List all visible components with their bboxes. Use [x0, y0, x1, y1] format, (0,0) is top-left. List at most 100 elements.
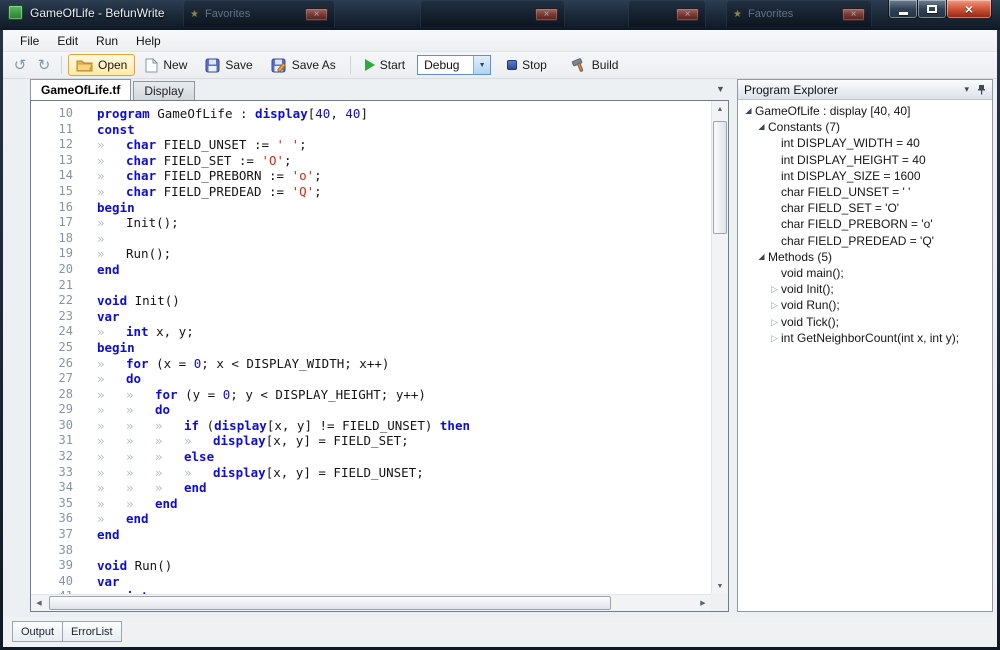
- tree-item[interactable]: ◢Methods (5): [738, 249, 992, 265]
- tab-whitespace-marker: »: [97, 511, 126, 527]
- tree-expander-icon[interactable]: ▷: [768, 300, 781, 310]
- menu-bar: File Edit Run Help: [3, 30, 997, 52]
- tree-item[interactable]: char FIELD_PREBORN = 'o': [738, 216, 992, 232]
- background-window-title: Favorites: [205, 8, 250, 20]
- code-text: »»»end: [97, 480, 207, 496]
- save-as-button[interactable]: Save As: [263, 54, 344, 76]
- code-line: 33»»»»display[x, y] = FIELD_UNSET;: [31, 465, 711, 481]
- tree-item[interactable]: ▷void Tick();: [738, 313, 992, 329]
- tree-expander-icon[interactable]: ▷: [768, 284, 781, 294]
- document-tabstrip: GameOfLife.tf Display: [30, 79, 197, 100]
- tree-expander-icon[interactable]: ◢: [755, 122, 768, 132]
- tab-whitespace-marker: »: [97, 153, 126, 169]
- menu-help[interactable]: Help: [127, 32, 170, 50]
- minimize-button[interactable]: [888, 0, 918, 19]
- menu-edit[interactable]: Edit: [48, 32, 87, 50]
- start-button[interactable]: Start: [357, 54, 413, 76]
- close-button[interactable]: ×: [946, 0, 992, 19]
- tree-item[interactable]: ▷int GetNeighborCount(int x, int y);: [738, 330, 992, 346]
- tree-item[interactable]: int DISPLAY_SIZE = 1600: [738, 168, 992, 184]
- tree-item-label: GameOfLife : display [40, 40]: [755, 104, 910, 118]
- tree-item[interactable]: int DISPLAY_HEIGHT = 40: [738, 152, 992, 168]
- tree-item[interactable]: char FIELD_SET = 'O': [738, 200, 992, 216]
- redo-button[interactable]: ↻: [33, 54, 55, 76]
- tree-expander-icon[interactable]: ▷: [768, 317, 781, 327]
- chevron-down-icon[interactable]: ▼: [473, 56, 490, 74]
- code-line: 19»Run();: [31, 246, 711, 262]
- open-button[interactable]: Open: [68, 54, 135, 76]
- line-number: 15: [31, 184, 73, 200]
- tab-overflow-icon[interactable]: ▼: [716, 84, 725, 94]
- tab-output[interactable]: Output: [12, 621, 63, 642]
- line-number: 22: [31, 293, 73, 309]
- background-window[interactable]: ★ Favorites ×: [726, 0, 872, 27]
- tab-display[interactable]: Display: [133, 81, 194, 100]
- maximize-button[interactable]: [917, 0, 947, 19]
- build-button[interactable]: Build: [563, 54, 627, 76]
- horizontal-scrollbar[interactable]: ◀ ▶: [31, 594, 711, 611]
- pin-icon[interactable]: [977, 84, 986, 95]
- tab-whitespace-marker: »: [126, 480, 155, 496]
- code-line: 26»for (x = 0; x < DISPLAY_WIDTH; x++): [31, 356, 711, 372]
- run-mode-select[interactable]: Debug ▼: [417, 55, 491, 75]
- stop-button[interactable]: Stop: [499, 54, 555, 76]
- close-icon[interactable]: ×: [842, 8, 865, 21]
- line-number: 39: [31, 558, 73, 574]
- menu-run[interactable]: Run: [87, 32, 127, 50]
- new-button-label: New: [163, 58, 187, 72]
- tree-expander-icon[interactable]: ▷: [768, 333, 781, 343]
- background-window[interactable]: ★ Favorites ×: [183, 0, 335, 27]
- tab-label: Output: [21, 626, 54, 638]
- code-text: program GameOfLife : display[40, 40]: [97, 106, 368, 122]
- tab-whitespace-marker: »: [126, 387, 155, 403]
- scroll-down-button[interactable]: ▼: [712, 578, 728, 594]
- save-icon: [205, 58, 220, 73]
- tab-whitespace-marker: »: [97, 418, 126, 434]
- close-icon[interactable]: ×: [305, 8, 328, 21]
- build-button-label: Build: [592, 58, 619, 72]
- tree-item[interactable]: ◢GameOfLife : display [40, 40]: [738, 103, 992, 119]
- close-icon[interactable]: ×: [535, 8, 558, 21]
- code-text: end: [97, 262, 120, 278]
- scroll-right-button[interactable]: ▶: [695, 595, 711, 611]
- save-as-icon: [271, 58, 287, 73]
- tree-item[interactable]: ◢Constants (7): [738, 119, 992, 135]
- tree-expander-icon[interactable]: ◢: [742, 106, 755, 116]
- new-button[interactable]: New: [137, 54, 195, 76]
- line-number: 21: [31, 278, 73, 294]
- vertical-scrollbar-thumb[interactable]: [713, 121, 727, 234]
- tree-expander-icon[interactable]: ◢: [755, 252, 768, 262]
- tree-item-label: int DISPLAY_HEIGHT = 40: [781, 153, 926, 167]
- tree-item[interactable]: void main();: [738, 265, 992, 281]
- scroll-left-button[interactable]: ◀: [31, 595, 47, 611]
- undo-button[interactable]: ↺: [9, 54, 31, 76]
- scroll-up-button[interactable]: ▲: [712, 101, 728, 117]
- vertical-scrollbar[interactable]: ▲ ▼: [711, 101, 728, 594]
- save-as-button-label: Save As: [292, 58, 336, 72]
- tree-item[interactable]: char FIELD_PREDEAD = 'Q': [738, 233, 992, 249]
- tab-gameoflife[interactable]: GameOfLife.tf: [30, 79, 131, 100]
- tab-label: Display: [144, 84, 183, 98]
- tree-item[interactable]: ▷void Run();: [738, 297, 992, 313]
- desktop: ★ Favorites × × × ★ Favorites × GameOfLi…: [0, 0, 1000, 650]
- line-number: 20: [31, 262, 73, 278]
- code-text: »»»else: [97, 449, 214, 465]
- background-window[interactable]: ×: [628, 0, 706, 27]
- save-button[interactable]: Save: [197, 54, 260, 76]
- code-surface[interactable]: 10program GameOfLife : display[40, 40]11…: [31, 101, 711, 594]
- tab-whitespace-marker: »: [97, 387, 126, 403]
- menu-file[interactable]: File: [11, 32, 48, 50]
- tab-errorlist[interactable]: ErrorList: [62, 621, 122, 642]
- tree-item[interactable]: ▷void Init();: [738, 281, 992, 297]
- panel-menu-icon[interactable]: ▾: [964, 84, 969, 95]
- tree-item[interactable]: char FIELD_UNSET = ' ': [738, 184, 992, 200]
- program-explorer-tree: ◢GameOfLife : display [40, 40]◢Constants…: [738, 100, 992, 346]
- horizontal-scrollbar-thumb[interactable]: [49, 596, 611, 610]
- tree-item[interactable]: int DISPLAY_WIDTH = 40: [738, 135, 992, 151]
- close-icon[interactable]: ×: [676, 8, 699, 21]
- code-editor[interactable]: 10program GameOfLife : display[40, 40]11…: [30, 100, 729, 612]
- line-number: 16: [31, 200, 73, 216]
- background-window[interactable]: ×: [420, 0, 565, 27]
- tab-whitespace-marker: »: [97, 137, 126, 153]
- app-icon: [8, 5, 23, 20]
